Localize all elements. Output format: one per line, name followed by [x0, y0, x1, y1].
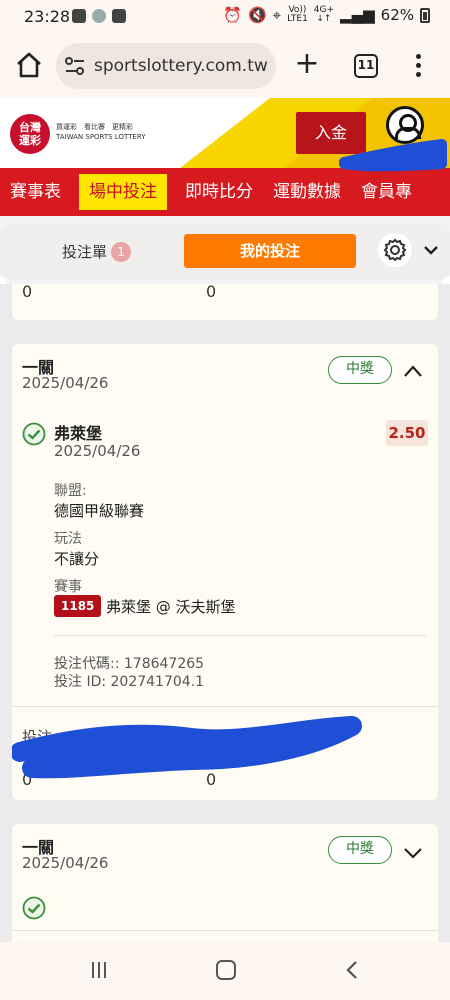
new-tab-button[interactable]: + [292, 49, 322, 80]
gear-icon [383, 238, 407, 262]
check-circle-icon [22, 422, 46, 446]
divider [12, 930, 438, 931]
mute-icon: 🔇 [247, 6, 267, 24]
logo-line-1: 台灣 [19, 121, 41, 134]
betslip-toolbar: 投注單 1 我的投注 [0, 224, 450, 280]
url-text[interactable]: sportslottery.com.tw [94, 56, 270, 76]
battery-text: 62% [380, 6, 414, 24]
signal-icon: ▂▄▆ [340, 6, 375, 24]
home-button[interactable] [14, 50, 44, 80]
network-indicator: 4G+ ↓↑ [314, 6, 334, 24]
back-button[interactable] [344, 960, 360, 980]
logo-tagline: 買運彩 看比賽 更精彩 TAIWAN SPORTS LOTTERY [56, 122, 146, 142]
betslip-label: 投注單 [62, 243, 108, 261]
chevron-down-icon [404, 848, 422, 859]
tune-icon[interactable] [64, 56, 86, 76]
collapse-card-button[interactable] [404, 362, 422, 377]
selection-date: 2025/04/26 [54, 442, 141, 460]
bet-id: 投注 ID: 202741704.1 [54, 674, 205, 690]
alarm-icon: ⏰ [223, 6, 242, 24]
market-label: 玩法 [54, 531, 82, 547]
tab-switcher-button[interactable]: 11 [354, 54, 378, 78]
league-label: 聯盟: [54, 483, 87, 499]
battery-icon [420, 7, 430, 23]
more-vert-icon[interactable] [408, 52, 428, 82]
game-number-badge: 1185 [54, 595, 102, 617]
nav-item-schedule[interactable]: 賽事表 [0, 174, 71, 210]
league-value: 德國甲級聯賽 [54, 502, 145, 520]
market-value: 不讓分 [54, 550, 100, 568]
download-icon [112, 9, 126, 23]
location-icon: ⌖ [272, 6, 282, 24]
site-logo[interactable]: 台灣 運彩 [10, 114, 50, 154]
status-time: 23:28 [24, 7, 71, 26]
collapse-button[interactable] [424, 242, 438, 256]
tab-betslip[interactable]: 投注單 1 [62, 241, 132, 262]
bet-code: 投注代碼:: 178647265 [54, 656, 205, 672]
android-home-button[interactable] [216, 960, 236, 980]
settings-button[interactable] [378, 233, 412, 267]
site-header: 台灣 運彩 買運彩 看比賽 更精彩 TAIWAN SPORTS LOTTERY … [0, 98, 450, 168]
back-icon [346, 961, 357, 979]
check-circle-icon [22, 896, 46, 920]
plus-icon: + [294, 46, 320, 81]
nav-item-live-scores[interactable]: 即時比分 [175, 174, 263, 210]
address-bar[interactable]: sportslottery.com.tw [56, 43, 276, 89]
selection-name: 弗萊堡 [54, 424, 103, 443]
user-icon[interactable] [386, 106, 424, 144]
app-notification-icon [92, 9, 106, 23]
divider [54, 635, 426, 636]
chevron-up-icon [404, 365, 422, 377]
nav-item-member[interactable]: 會員專 [351, 174, 422, 210]
event-label: 賽事 [54, 579, 82, 595]
bet-date: 2025/04/26 [22, 374, 109, 392]
betslip-count-badge: 1 [111, 242, 132, 262]
tab-my-bets[interactable]: 我的投注 [184, 234, 356, 268]
notification-icons [72, 9, 126, 23]
status-badge: 中獎 [328, 836, 392, 864]
prev-card-value-right: 0 [206, 284, 217, 301]
nav-item-live-betting[interactable]: 場中投注 [79, 174, 167, 210]
bet-card: 一關 2025/04/26 中獎 [12, 824, 438, 942]
bet-date: 2025/04/26 [22, 854, 109, 872]
status-indicators: ⏰ 🔇 ⌖ Vo)) LTE1 4G+ ↓↑ ▂▄▆ 62% [223, 6, 430, 24]
gallery-icon [72, 9, 86, 23]
browser-toolbar: sportslottery.com.tw + 11 [0, 34, 450, 98]
prev-card-value-left: 0 [22, 284, 33, 301]
volte-bottom-text: LTE1 [287, 14, 308, 24]
logo-tagline-en: TAIWAN SPORTS LOTTERY [56, 133, 146, 141]
bet-card: 一關 2025/04/26 中獎 弗萊堡 2.50 2025/04/26 聯盟:… [12, 344, 438, 800]
my-bets-list[interactable]: 0 0 一關 2025/04/26 中獎 弗萊堡 2.50 2025/04/26… [0, 284, 450, 942]
stake-label: 投注 [22, 728, 53, 746]
recent-apps-button[interactable] [92, 962, 110, 978]
nav-item-sports-data[interactable]: 運動數據 [263, 174, 351, 210]
status-bar: 23:28 ⏰ 🔇 ⌖ Vo)) LTE1 4G+ ↓↑ ▂▄▆ 62% [0, 0, 450, 34]
main-nav: 賽事表 場中投注 即時比分 運動數據 會員專 [0, 168, 450, 216]
home-icon [17, 52, 41, 78]
event-name: 弗萊堡 @ 沃夫斯堡 [106, 598, 236, 616]
bet-card-previous: 0 0 [12, 284, 438, 320]
logo-tagline-cn: 買運彩 看比賽 更精彩 [56, 123, 133, 131]
volte-indicator: Vo)) LTE1 [287, 6, 308, 24]
android-nav-bar [0, 942, 450, 1000]
deposit-button[interactable]: 入金 [296, 112, 366, 154]
network-arrows-text: ↓↑ [316, 14, 332, 24]
status-badge: 中獎 [328, 356, 392, 384]
redaction-scribble [12, 716, 362, 779]
divider [12, 706, 438, 707]
odds-value: 2.50 [386, 420, 428, 446]
expand-card-button[interactable] [404, 844, 422, 859]
payout-value: 0 [206, 770, 217, 789]
logo-line-2: 運彩 [19, 134, 41, 147]
stake-value: 0 [22, 770, 33, 789]
chevron-down-icon [424, 246, 438, 255]
